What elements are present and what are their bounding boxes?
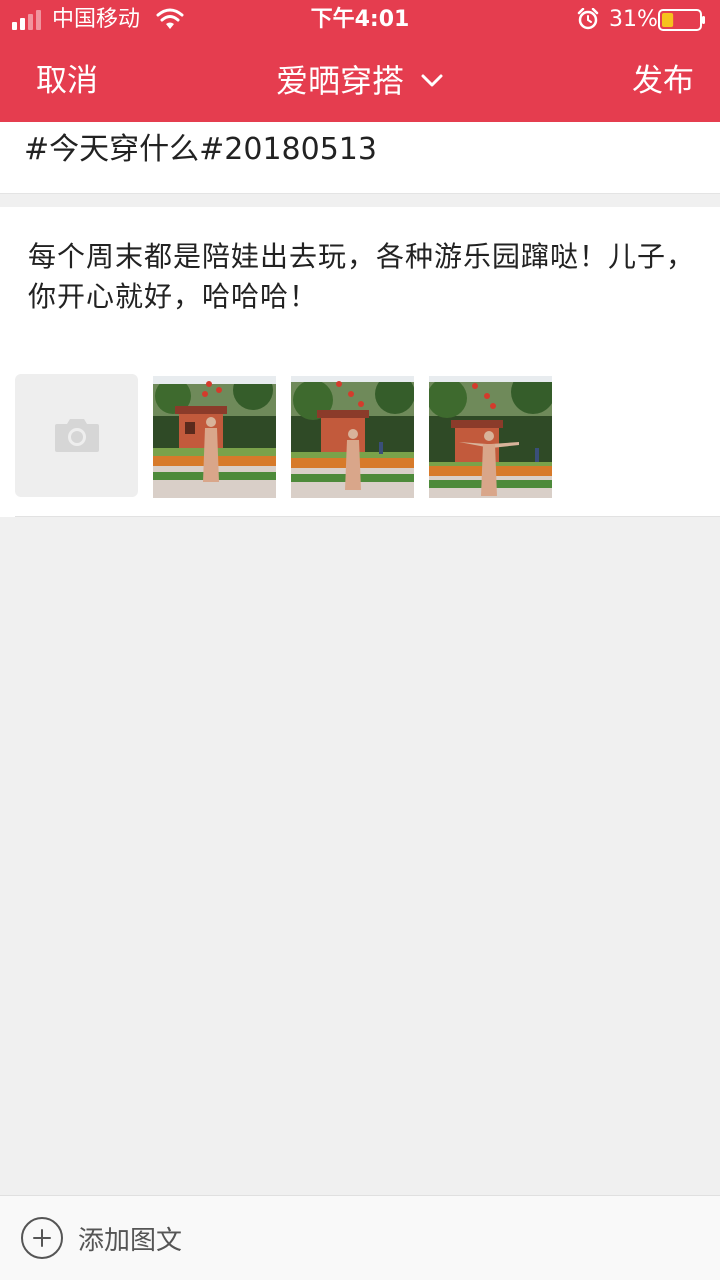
alarm-icon <box>577 8 599 30</box>
add-photo-button[interactable] <box>15 374 138 497</box>
photo-thumbnail[interactable] <box>429 376 552 498</box>
camera-icon <box>55 419 99 452</box>
photo-image <box>291 376 414 498</box>
category-selector[interactable]: 爱晒穿搭 <box>276 40 444 122</box>
publish-button[interactable]: 发布 <box>632 40 694 122</box>
status-bar: 中国移动 下午4:01 31% <box>0 0 720 40</box>
battery-percent: 31% <box>609 7 658 32</box>
topic-text: #今天穿什么#20180513 <box>24 132 377 167</box>
photo-row <box>15 374 705 498</box>
topic-field[interactable]: #今天穿什么#20180513 <box>0 122 720 194</box>
app-header: 中国移动 下午4:01 31% 取消 爱晒穿搭 发布 <box>0 0 720 122</box>
divider <box>15 516 720 517</box>
add-media-button[interactable]: 添加图文 <box>20 1216 182 1260</box>
post-content: 每个周末都是陪娃出去玩，各种游乐园蹿哒！儿子，你开心就好，哈哈哈！ <box>0 207 720 517</box>
nav-title: 爱晒穿搭 <box>275 62 404 100</box>
bottom-toolbar: 添加图文 <box>0 1195 720 1280</box>
battery-icon <box>658 9 705 31</box>
post-text-area[interactable]: 每个周末都是陪娃出去玩，各种游乐园蹿哒！儿子，你开心就好，哈哈哈！ <box>28 237 698 317</box>
chevron-down-icon <box>421 74 443 87</box>
nav-bar: 取消 爱晒穿搭 发布 <box>0 40 720 122</box>
plus-circle-icon <box>21 1217 63 1259</box>
add-media-label: 添加图文 <box>78 1225 183 1256</box>
photo-image <box>429 376 552 498</box>
nav-title-container: 爱晒穿搭 <box>0 40 720 122</box>
photo-thumbnail[interactable] <box>153 376 276 498</box>
photo-thumbnail[interactable] <box>291 376 414 498</box>
photo-image <box>153 376 276 498</box>
